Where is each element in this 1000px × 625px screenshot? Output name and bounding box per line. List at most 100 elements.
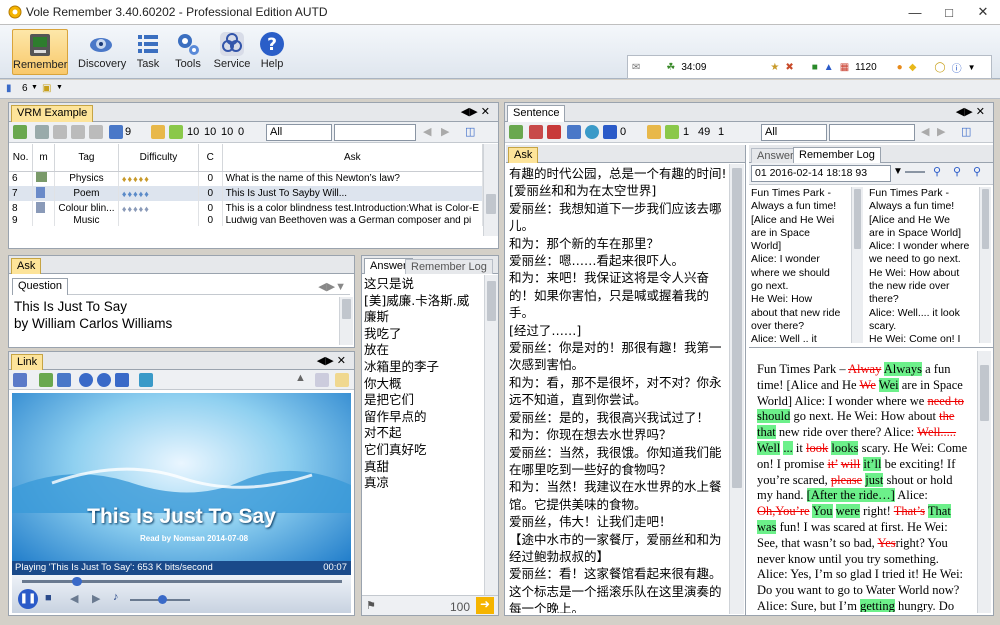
grid-icon[interactable]: ▦: [840, 62, 849, 73]
col-difficulty[interactable]: Difficulty: [118, 144, 200, 172]
save-link-icon[interactable]: [57, 373, 71, 387]
log-entry-select[interactable]: 01 2016-02-14 18:18 93: [751, 165, 891, 182]
ask-tab[interactable]: Ask: [11, 258, 42, 274]
vrm-tab[interactable]: VRM Example: [11, 105, 94, 122]
previous-icon[interactable]: ◀: [70, 592, 78, 605]
warning-icon[interactable]: ▲: [295, 372, 306, 384]
columns-icon[interactable]: ◫: [465, 125, 475, 138]
log-col-left-scrollbar[interactable]: [851, 187, 863, 343]
table-row[interactable]: 9 Music 0 Ludwig van Beethoven was a Ger…: [9, 216, 484, 226]
zoom-out-icon[interactable]: ⚲: [973, 165, 981, 178]
sentence-close-icon[interactable]: ◀▶ ✕: [956, 105, 985, 118]
remember-log-tab[interactable]: Remember Log: [405, 259, 493, 274]
key-icon[interactable]: ★: [770, 62, 779, 73]
tools-icon[interactable]: ✖: [785, 62, 793, 73]
flag-sentence-icon[interactable]: [647, 125, 661, 139]
vrm-filter-select[interactable]: All: [266, 124, 332, 141]
finish-flag-icon[interactable]: ⚑: [366, 599, 376, 612]
link-close-icon[interactable]: ◀▶ ✕: [317, 354, 346, 367]
check-sentence-icon[interactable]: [665, 125, 679, 139]
table-row[interactable]: 6 Physics ♦♦♦♦♦ 0 What is the name of th…: [9, 171, 484, 186]
tools-button[interactable]: Tools: [168, 29, 208, 75]
sentence-search-input[interactable]: [829, 124, 915, 141]
refresh-icon[interactable]: [115, 373, 129, 387]
next-arrow-icon[interactable]: ▶: [441, 125, 449, 138]
log-slider[interactable]: [905, 171, 925, 173]
info-dropdown-icon[interactable]: ▼: [968, 63, 976, 72]
remember-log-right-tab[interactable]: Remember Log: [793, 147, 881, 163]
check-icon[interactable]: [169, 125, 183, 139]
next-grade-button[interactable]: ➜: [476, 597, 494, 614]
sentence-filter-select[interactable]: All: [761, 124, 827, 141]
zoom-in-icon[interactable]: ⚲: [953, 165, 961, 178]
service-button[interactable]: Service: [210, 29, 254, 75]
table-row[interactable]: 8 Colour blin... ♦♦♦♦♦ 0 This is a color…: [9, 201, 484, 216]
paste-icon[interactable]: [89, 125, 103, 139]
add-icon[interactable]: [13, 125, 27, 139]
volume-icon[interactable]: ♪: [113, 591, 119, 603]
col-c[interactable]: C: [198, 144, 223, 172]
count-dropdown-icon[interactable]: ▼: [31, 84, 38, 91]
shield-icon[interactable]: ▲: [824, 62, 834, 73]
next-track-icon[interactable]: [97, 373, 111, 387]
question-scrollbar[interactable]: [339, 297, 353, 345]
prev-arrow-icon[interactable]: ◀: [423, 125, 431, 138]
rss-icon[interactable]: ●: [897, 62, 903, 73]
link-tab[interactable]: Link: [11, 354, 44, 370]
zoom-fit-icon[interactable]: ⚲: [933, 165, 941, 178]
col-ask[interactable]: Ask: [222, 144, 484, 172]
minimize-button[interactable]: —: [898, 0, 932, 24]
edit-icon[interactable]: [35, 125, 49, 139]
vrm-search-input[interactable]: [334, 124, 416, 141]
col-tag[interactable]: Tag: [54, 144, 119, 172]
window-icon[interactable]: [139, 373, 153, 387]
mail-icon[interactable]: ✉: [632, 62, 640, 73]
diff-scrollbar[interactable]: [977, 351, 991, 613]
remember-button[interactable]: Remember: [12, 29, 68, 75]
book-icon[interactable]: ■: [812, 62, 818, 73]
copy-icon[interactable]: [71, 125, 85, 139]
log-col-right-scrollbar[interactable]: [979, 187, 991, 343]
col-m[interactable]: m: [32, 144, 55, 172]
info-icon[interactable]: ⓘ: [952, 60, 962, 75]
clock-icon[interactable]: ◯: [934, 62, 945, 73]
record-icon[interactable]: [547, 125, 561, 139]
sentence-next-icon[interactable]: ▶: [937, 125, 945, 138]
task-button[interactable]: Task: [126, 29, 170, 75]
fullscreen-icon[interactable]: [315, 373, 329, 387]
sentence-ask-scrollbar[interactable]: [729, 164, 744, 614]
question-nav-icon[interactable]: ◀▶▼: [318, 280, 346, 293]
media-icon[interactable]: [13, 373, 27, 387]
discovery-button[interactable]: Discovery: [78, 29, 126, 75]
close-button[interactable]: ✕: [966, 0, 1000, 24]
chart-icon[interactable]: ▮: [6, 83, 12, 94]
question-tab[interactable]: Question: [12, 278, 69, 295]
flag-icon[interactable]: [151, 125, 165, 139]
sentence-prev-icon[interactable]: ◀: [921, 125, 929, 138]
vrm-scrollbar[interactable]: [483, 144, 498, 236]
delete-icon[interactable]: [529, 125, 543, 139]
globe-icon[interactable]: [585, 125, 599, 139]
stop-icon[interactable]: ■: [45, 592, 52, 604]
pause-button[interactable]: ❚❚: [18, 589, 38, 609]
log-dropdown-icon[interactable]: ▼: [893, 166, 903, 177]
save-sentence-icon[interactable]: [567, 125, 581, 139]
col-no[interactable]: No.: [9, 144, 34, 172]
gift-icon[interactable]: ◆: [909, 62, 917, 73]
sentence-tab[interactable]: Sentence: [507, 105, 566, 122]
table-row[interactable]: 7 Poem ♦♦♦♦♦ 0 This Is Just To Sayby Wil…: [9, 186, 484, 201]
save-icon[interactable]: [109, 125, 123, 139]
vrm-close-icon[interactable]: ◀▶ ✕: [461, 105, 490, 118]
add-link-icon[interactable]: [39, 373, 53, 387]
help-button[interactable]: ? Help: [252, 29, 292, 75]
sentence-columns-icon[interactable]: ◫: [961, 125, 971, 138]
add-sentence-icon[interactable]: [509, 125, 523, 139]
answer-left-scrollbar[interactable]: [484, 275, 498, 595]
volume-slider[interactable]: [130, 595, 190, 604]
video-frame[interactable]: This Is Just To Say Read by Nomsan 2014-…: [12, 393, 351, 569]
forward-icon[interactable]: ▶: [92, 592, 100, 605]
seek-bar[interactable]: [22, 577, 342, 586]
disk-icon[interactable]: [603, 125, 617, 139]
sentence-ask-tab[interactable]: Ask: [508, 147, 539, 163]
cut-icon[interactable]: [53, 125, 67, 139]
